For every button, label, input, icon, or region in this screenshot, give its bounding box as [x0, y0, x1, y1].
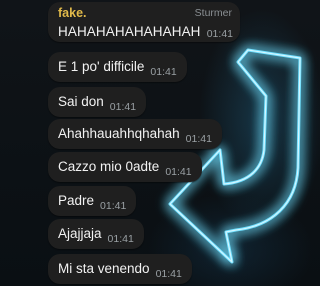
- message-time: 01:41: [155, 268, 182, 280]
- message-bubble[interactable]: Sai don 01:41: [48, 87, 147, 117]
- message-time: 01:41: [109, 101, 137, 113]
- message-time: 01:41: [150, 66, 177, 78]
- message-text: Padre: [58, 193, 95, 208]
- message-text: Ajajjaja: [58, 226, 102, 241]
- message-time: 01:41: [206, 28, 233, 40]
- message-bubble[interactable]: Padre 01:41: [48, 186, 137, 216]
- message-bubble[interactable]: Ahahhauahhqhahah 01:41: [48, 119, 222, 149]
- message-bubble[interactable]: Ajajjaja 01:41: [48, 219, 144, 249]
- message-time: 01:41: [165, 166, 192, 178]
- chat-area: fake. Sturmer HAHAHAHAHAHAHAH 01:41 E 1 …: [0, 0, 320, 286]
- message-text: Mi sta venendo: [58, 261, 150, 276]
- message-bubble[interactable]: E 1 po' difficile 01:41: [48, 52, 187, 82]
- message-text: Ahahhauahhqhahah: [58, 126, 180, 141]
- message-text: E 1 po' difficile: [58, 59, 145, 74]
- message-bubble[interactable]: Mi sta venendo 01:41: [48, 254, 192, 284]
- message-text: Sai don: [58, 94, 104, 109]
- message-time: 01:41: [107, 233, 134, 245]
- message-text: Cazzo mio 0adte: [58, 159, 160, 174]
- message-text: HAHAHAHAHAHAHAH: [58, 24, 201, 39]
- message-time: 01:41: [100, 200, 127, 212]
- message-bubble[interactable]: Cazzo mio 0adte 01:41: [48, 152, 202, 182]
- sender-tag: Sturmer: [194, 7, 232, 19]
- sender-name[interactable]: fake.: [58, 6, 87, 20]
- message-bubble-first[interactable]: fake. Sturmer HAHAHAHAHAHAHAH 01:41: [48, 2, 240, 42]
- message-time: 01:41: [185, 133, 212, 145]
